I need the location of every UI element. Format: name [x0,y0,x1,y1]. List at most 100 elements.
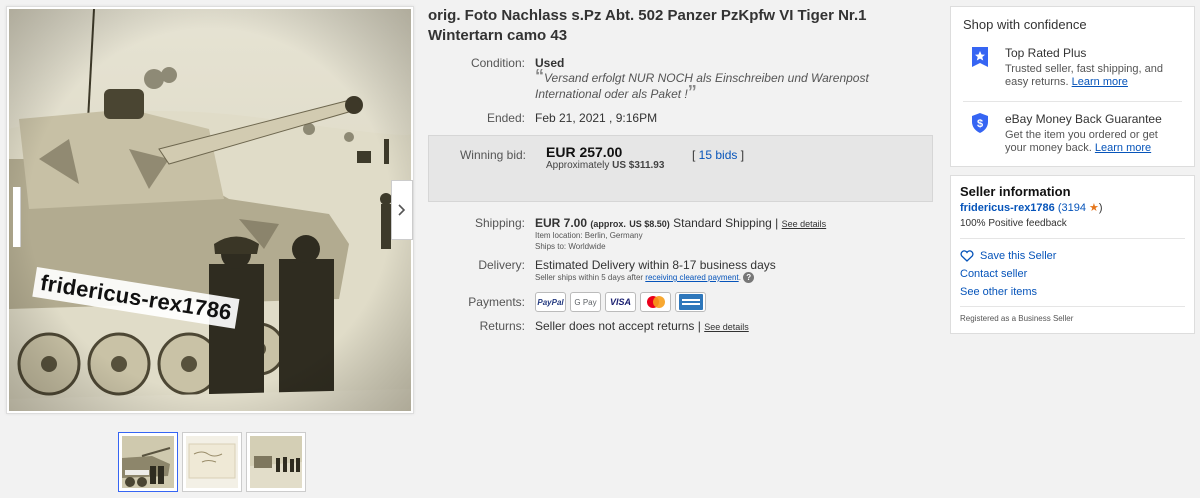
ended-value: Feb 21, 2021 , 9:16PM [535,111,658,125]
approx-value: US $311.93 [612,160,665,171]
condition-label: Condition: [470,56,525,70]
listing-page: fridericus-rex1786 orig. Foto Nachlass s… [0,0,1200,498]
condition-block: Used “Versand erfolgt NUR NOCH als Einsc… [535,56,938,102]
condition-note-text: Versand erfolgt NUR NOCH als Einschreibe… [535,71,869,101]
mastercard-icon [640,292,671,313]
shop-with-confidence-card: Shop with confidence Top Rated Plus Trus… [950,6,1195,167]
winning-bid-label: Winning bid: [459,148,526,162]
money-back-guarantee: $ eBay Money Back Guarantee Get the item… [963,112,1182,155]
shipping-approx-prefix: (approx. [590,219,626,229]
thumbnail-2[interactable] [182,432,242,492]
google-pay-icon: G Pay [570,292,601,313]
shipping-approx-value: US $8.50) [629,219,670,229]
mbg-title: eBay Money Back Guarantee [1005,112,1162,126]
save-seller-button[interactable]: Save this Seller [960,250,1185,262]
seller-identity: fridericus-rex1786 (3194 ★) [960,201,1185,214]
bid-count-link[interactable]: 15 bids [699,148,738,162]
top-rated-description: Trusted seller, fast shipping, and easy … [1005,63,1182,89]
image-gallery: fridericus-rex1786 [0,0,420,498]
delivery-block: Estimated Delivery within 8-17 business … [535,258,938,284]
contact-seller-link[interactable]: Contact seller [960,268,1185,280]
returns-label: Returns: [479,319,525,334]
seller-heading: Seller information [960,184,1071,199]
thumbnail-soldiers-image [250,436,302,488]
see-other-items-link[interactable]: See other items [960,286,1185,298]
ended-row: Ended: Feb 21, 2021 , 9:16PM [428,111,938,125]
shipping-see-details-link[interactable]: See details [782,219,827,229]
item-details: orig. Foto Nachlass s.Pz Abt. 502 Panzer… [428,6,938,333]
chevron-right-icon [398,204,406,216]
delivery-row: Delivery: Estimated Delivery within 8-17… [428,258,938,284]
approx-label: Approximately [546,160,610,171]
returns-value: Seller does not accept returns | [535,319,701,334]
positive-feedback: 100% Positive feedback [960,218,1067,229]
winning-bid-price: EUR 257.00 [546,144,623,160]
close-quote-icon: ” [687,82,697,102]
shipping-line: EUR 7.00 (approx. US $8.50) Standard Shi… [535,216,938,230]
payments-label: Payments: [468,295,525,310]
confidence-divider [963,101,1182,102]
amex-icon [675,292,706,313]
main-image-frame[interactable]: fridericus-rex1786 [6,6,414,414]
top-rated-badge-icon [971,46,989,89]
help-icon[interactable]: ? [743,272,755,284]
listing-title: orig. Foto Nachlass s.Pz Abt. 502 Panzer… [428,7,867,44]
returns-see-details-link[interactable]: See details [704,322,749,332]
ships-to: Ships to: Worldwide [535,242,606,251]
top-rated-text: Top Rated Plus Trusted seller, fast ship… [1005,46,1182,89]
payment-methods: PayPal G Pay VISA [535,292,938,313]
condition-row: Condition: Used “Versand erfolgt NUR NOC… [428,56,938,102]
returns-block: Seller does not accept returns | See det… [535,319,938,333]
mbg-description: Get the item you ordered or get your mon… [1005,129,1182,155]
paypal-icon: PayPal [535,292,566,313]
returns-row: Returns: Seller does not accept returns … [428,319,938,333]
top-rated-plus: Top Rated Plus Trusted seller, fast ship… [963,46,1182,89]
condition-value: Used [535,56,565,70]
visa-icon: VISA [605,292,636,313]
delivery-note-prefix: Seller ships within 5 days after [535,273,644,282]
previous-image-button[interactable] [13,187,21,247]
top-rated-learn-more-link[interactable]: Learn more [1072,76,1128,88]
thumbnail-3[interactable] [246,432,306,492]
shipping-row: Shipping: EUR 7.00 (approx. US $8.50) St… [428,216,938,252]
feedback-star-icon: ★ [1089,202,1099,214]
thumbnail-tank-image [122,436,174,488]
item-location: Item location: Berlin, Germany [535,231,643,240]
delivery-label: Delivery: [478,258,525,272]
cleared-payment-link[interactable]: receiving cleared payment [645,273,738,282]
bid-history: [ 15 bids ] [692,148,745,162]
winning-bid-approx: Approximately US $311.93 [546,160,664,171]
business-seller-note: Registered as a Business Seller [960,306,1185,323]
thumbnail-photo-back-image [186,436,238,488]
shipping-label: Shipping: [474,216,525,230]
seller-information-card: Seller information fridericus-rex1786 (3… [950,175,1195,334]
top-rated-title: Top Rated Plus [1005,46,1087,60]
feedback-score-close: ) [1098,202,1103,214]
seller-actions: Save this Seller Contact seller See othe… [960,238,1185,298]
thumbnail-1[interactable] [118,432,178,492]
next-image-button[interactable] [391,180,413,240]
feedback-score-link[interactable]: (3194 [1058,202,1086,214]
confidence-heading: Shop with confidence [963,17,1087,32]
ended-label: Ended: [486,111,525,125]
tank-photo-image [9,9,411,411]
right-sidebar: Shop with confidence Top Rated Plus Trus… [950,6,1195,334]
shield-icon: $ [971,112,989,155]
shipping-rows: Shipping: EUR 7.00 (approx. US $8.50) St… [428,216,938,333]
details-rows: Condition: Used “Versand erfolgt NUR NOC… [428,56,938,125]
heart-icon [960,250,974,262]
mbg-text: eBay Money Back Guarantee Get the item y… [1005,112,1182,155]
condition-note: “Versand erfolgt NUR NOCH als Einschreib… [535,67,925,102]
thumbnail-strip [118,432,306,492]
save-seller-label: Save this Seller [980,250,1057,262]
payments-row: Payments: PayPal G Pay VISA [428,292,938,313]
seller-name-link[interactable]: fridericus-rex1786 [960,202,1055,214]
shipping-method: Standard Shipping | [673,216,779,230]
delivery-value: Estimated Delivery within 8-17 business … [535,258,776,272]
shipping-block: EUR 7.00 (approx. US $8.50) Standard Shi… [535,216,938,252]
main-photo[interactable]: fridericus-rex1786 [9,9,411,411]
svg-text:$: $ [977,118,983,130]
mbg-learn-more-link[interactable]: Learn more [1095,142,1151,154]
winning-bid-box: Winning bid: EUR 257.00 Approximately US… [428,135,933,202]
open-quote-icon: “ [535,66,544,86]
